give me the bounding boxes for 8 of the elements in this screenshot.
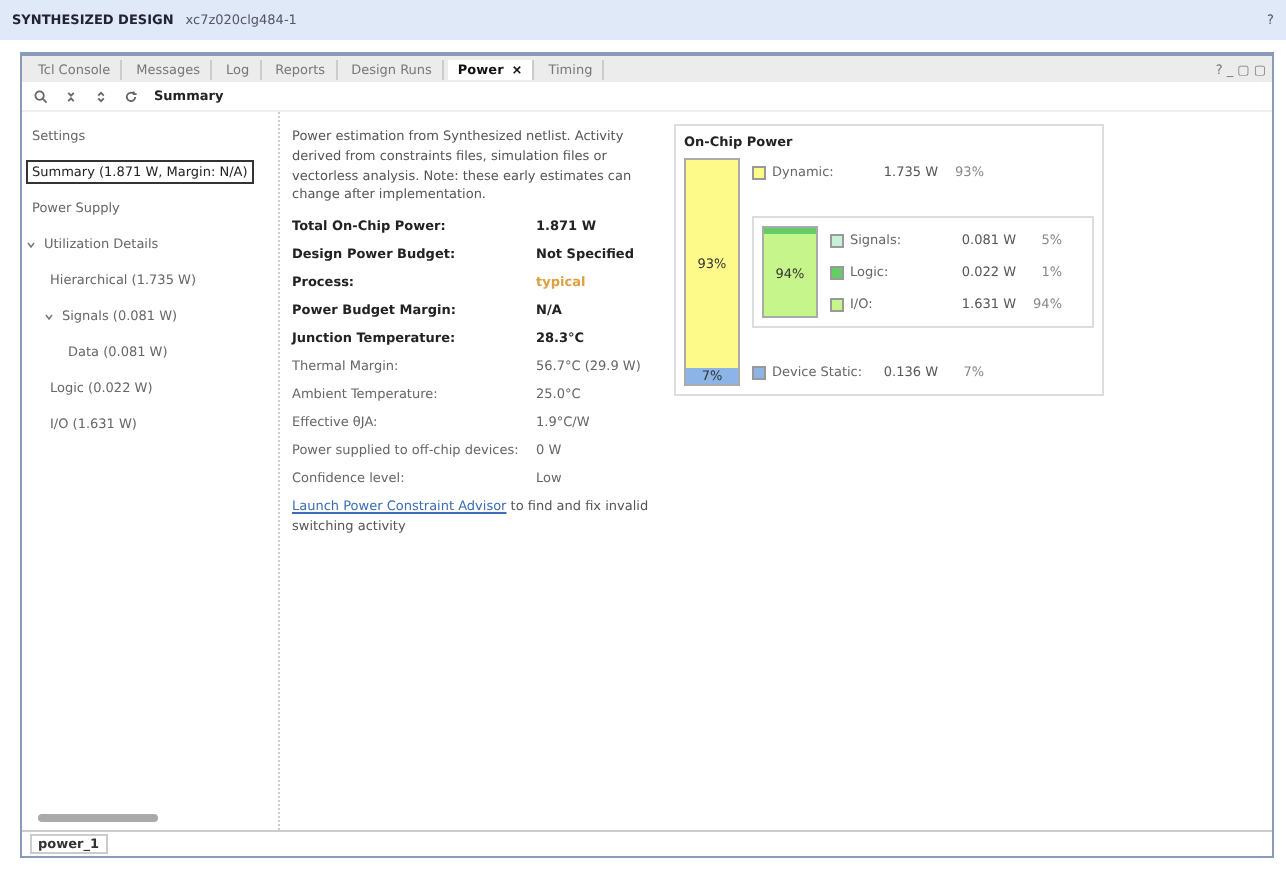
expanded-chevron-icon[interactable] xyxy=(44,311,54,321)
refresh-icon[interactable] xyxy=(124,89,138,103)
search-icon[interactable] xyxy=(34,89,48,103)
legend-swatch xyxy=(752,365,766,379)
collapse-icon[interactable] xyxy=(64,89,78,103)
expand-icon[interactable] xyxy=(94,89,108,103)
expanded-chevron-icon[interactable] xyxy=(26,239,36,249)
legend-swatch xyxy=(752,165,766,179)
